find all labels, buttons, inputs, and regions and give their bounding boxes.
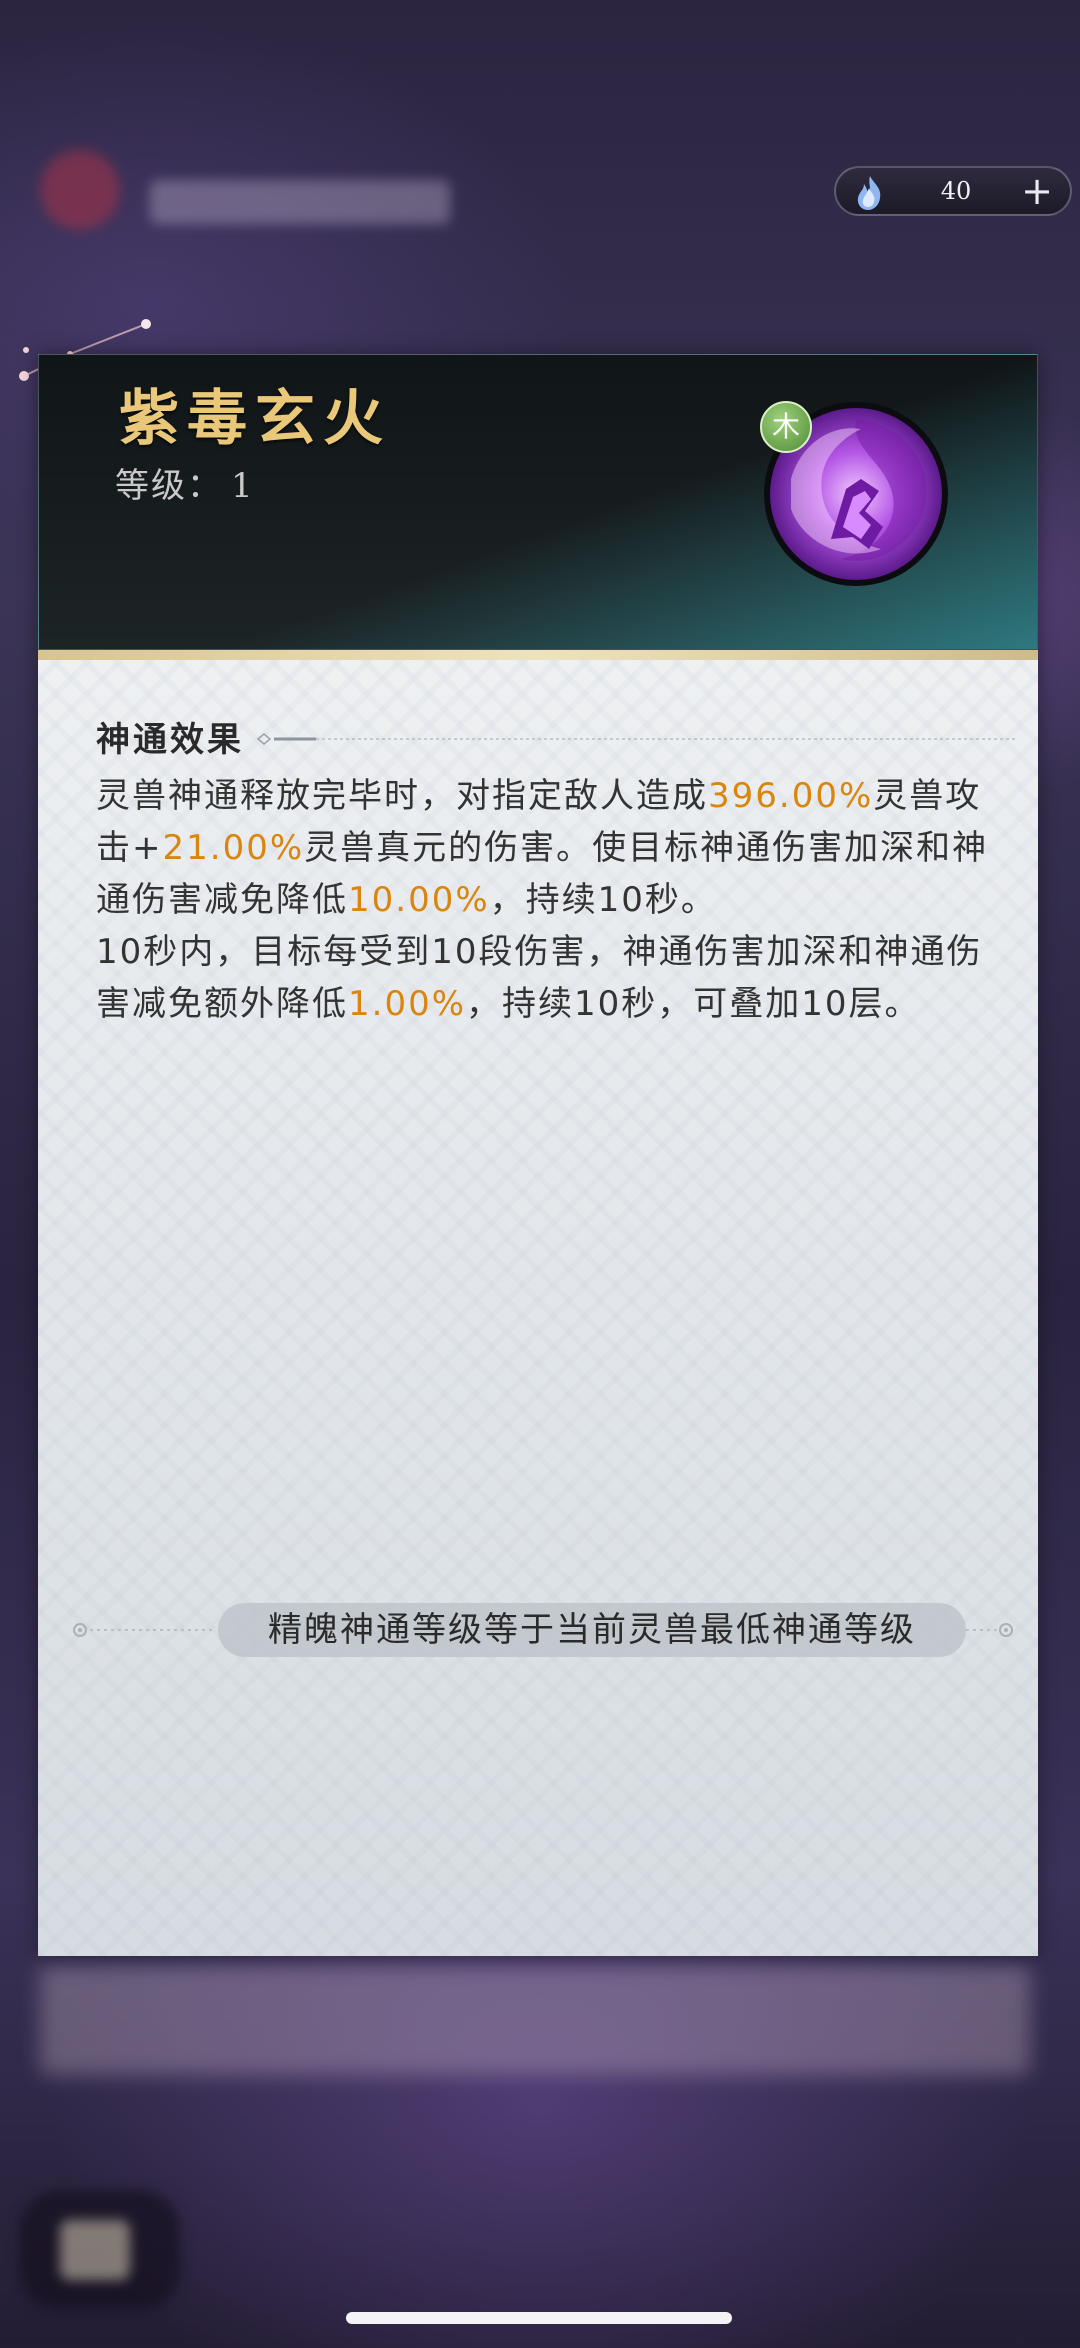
effect-text-segment: ，持续10秒。 (489, 880, 717, 920)
note-right-ornament (966, 1623, 1013, 1637)
element-wood-badge: 木 (760, 401, 812, 453)
effect-text-segment: 灵兽神通释放完毕时，对指定敌人造成 (96, 776, 708, 816)
skill-level-label: 等级： (115, 466, 223, 506)
effect-description: 灵兽神通释放完毕时，对指定敌人造成396.00%灵兽攻击+21.00%灵兽真元的… (96, 770, 1006, 1030)
background-back-button (20, 2190, 180, 2310)
effect-text-segment: ，持续10秒，可叠加10层。 (466, 984, 921, 1024)
skill-name: 紫毒玄火 (119, 384, 391, 454)
note-left-ornament (73, 1623, 216, 1637)
home-indicator[interactable] (346, 2312, 732, 2324)
background-blurred-title (20, 140, 540, 260)
effect-value-highlight: 10.00% (348, 880, 490, 920)
effect-section-title: 神通效果 (96, 720, 244, 760)
note-row: 精魄神通等级等于当前灵兽最低神通等级 (68, 1599, 1018, 1659)
effect-value-highlight: 396.00% (708, 776, 874, 816)
note-text: 精魄神通等级等于当前灵兽最低神通等级 (218, 1603, 966, 1657)
skill-level-value: 1 (231, 466, 255, 506)
effect-value-highlight: 1.00% (348, 984, 467, 1024)
spirit-flame-icon (857, 176, 881, 210)
currency-display: 40 + (834, 166, 1072, 216)
add-currency-button[interactable]: + (1016, 170, 1058, 212)
section-title-rule (256, 733, 1016, 745)
skill-detail-card: 紫毒玄火 等级： 1 木 神通效果 灵兽神通释放完毕时，对指定敌人造成396.0… (38, 354, 1038, 1956)
header-divider (38, 650, 1038, 660)
background-blurred-panel (40, 1965, 1030, 2075)
currency-amount: 40 (940, 177, 972, 205)
effect-value-highlight: 21.00% (162, 828, 305, 868)
skill-level: 等级： 1 (115, 461, 255, 511)
skill-header: 紫毒玄火 等级： 1 木 (38, 354, 1038, 650)
